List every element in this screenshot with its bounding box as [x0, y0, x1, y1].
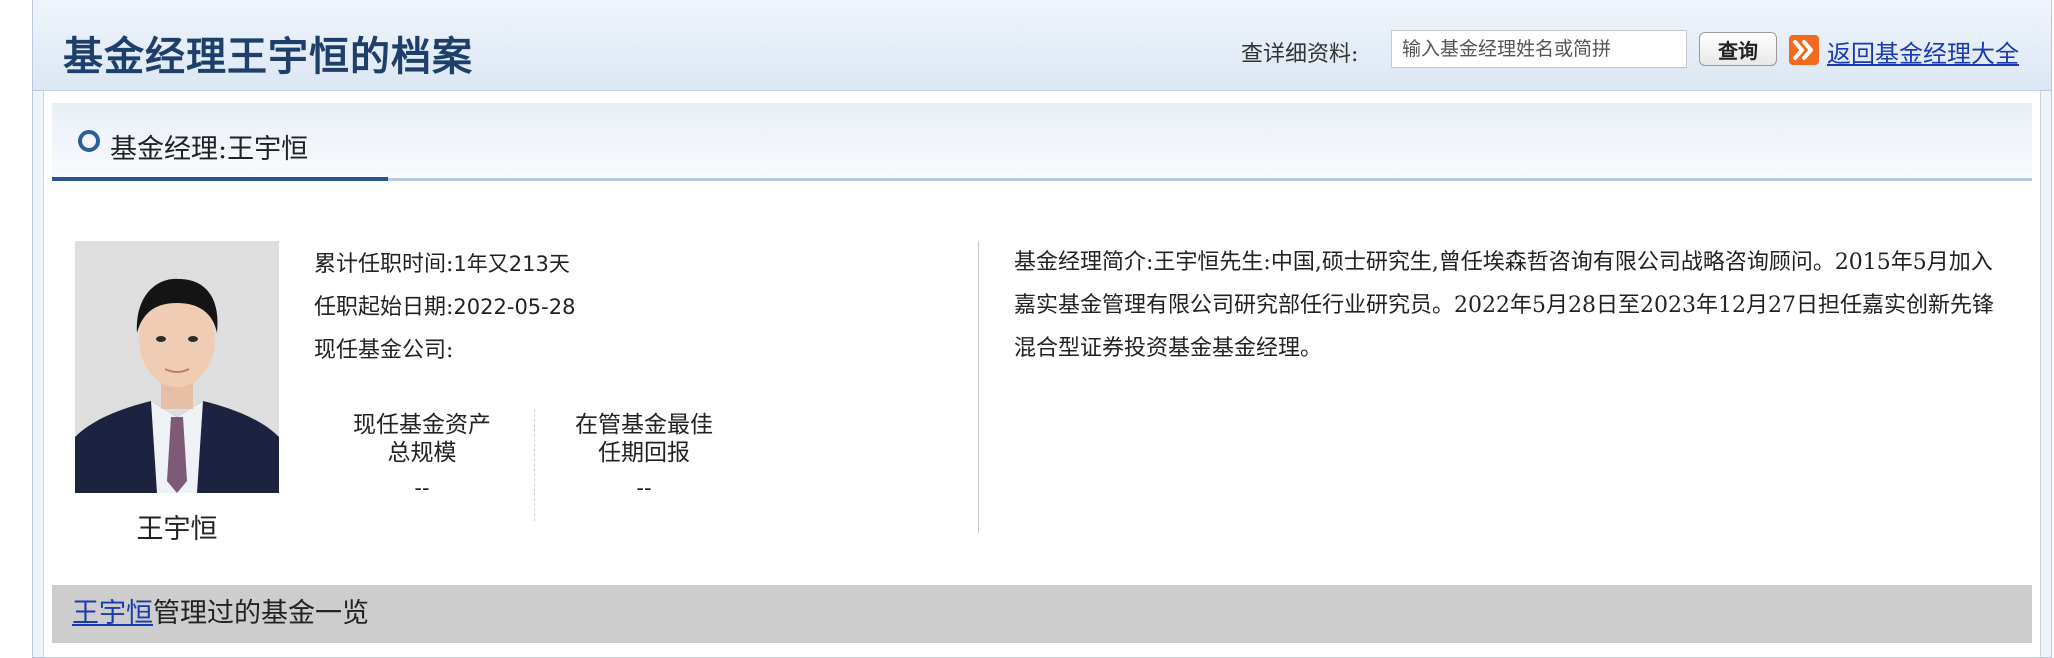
company-row: 现任基金公司: [314, 332, 453, 364]
start-date-label: 任职起始日期: [314, 295, 454, 320]
section-accent-line [52, 177, 388, 181]
tenure-label: 累计任职时间: [314, 252, 454, 277]
section-header: 基金经理:王宇恒 [52, 103, 2032, 181]
manager-intro: 基金经理简介:王宇恒先生:中国,硕士研究生,曾任埃森哲咨询有限公司战略咨询顾问。… [1014, 250, 1994, 361]
search-input[interactable] [1391, 30, 1687, 68]
total-assets-value: -- [414, 476, 430, 500]
best-return-label: 在管基金最佳 任期回报 [575, 412, 713, 466]
page-header: 基金经理王宇恒的档案 查详细资料: 查询 返回基金经理大全 [33, 0, 2051, 91]
query-button[interactable]: 查询 [1699, 32, 1777, 66]
manager-photo [75, 241, 279, 493]
company-label: 现任基金公司: [314, 338, 454, 363]
start-date-value: 2022-05-28 [453, 295, 576, 319]
section-title: 基金经理:王宇恒 [110, 134, 309, 165]
tenure-row: 累计任职时间:1年又213天 [314, 246, 570, 278]
manager-name-link[interactable]: 王宇恒 [72, 598, 153, 629]
stat-divider [534, 409, 535, 521]
page-title: 基金经理王宇恒的档案 [63, 34, 473, 80]
search-label: 查详细资料: [1241, 42, 1359, 67]
column-divider [978, 241, 979, 533]
profile-frame: 基金经理王宇恒的档案 查详细资料: 查询 返回基金经理大全 基金经理:王宇恒 [32, 0, 2052, 658]
main-content: 基金经理:王宇恒 王宇恒 累计任职时间:1年又213天 任职起始日期:2022-… [43, 90, 2041, 658]
circle-icon [78, 130, 100, 152]
start-date-row: 任职起始日期:2022-05-28 [314, 289, 575, 321]
managed-funds-title: 管理过的基金一览 [153, 598, 369, 629]
best-return-value: -- [636, 476, 652, 500]
total-assets-label: 现任基金资产 总规模 [353, 412, 491, 466]
tenure-value: 1年又213天 [453, 252, 570, 276]
back-to-managers-link[interactable]: 返回基金经理大全 [1827, 34, 2019, 69]
managed-funds-header: 王宇恒管理过的基金一览 [52, 585, 2032, 643]
double-arrow-icon[interactable] [1789, 35, 1819, 65]
manager-name: 王宇恒 [136, 514, 218, 545]
